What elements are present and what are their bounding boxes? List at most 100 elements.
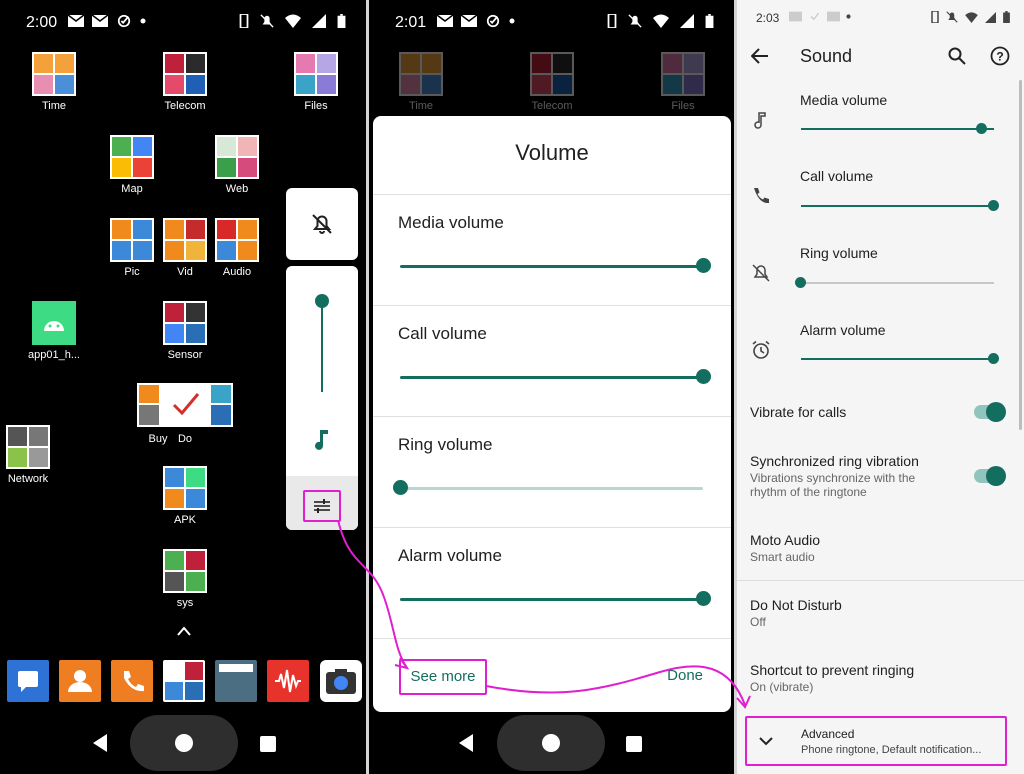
map-icon [110,135,154,179]
telecom-icon [163,52,207,96]
search-icon[interactable] [948,47,966,65]
media-volume-thumb[interactable] [696,258,711,273]
back-arrow-icon[interactable] [751,48,769,64]
call-volume-slider[interactable] [801,205,994,207]
alarm-volume-label: Alarm volume [800,322,886,338]
back-button[interactable] [93,734,107,752]
prevent-ringing-setting[interactable]: Shortcut to prevent ringing On (vibrate) [750,662,1014,694]
media-volume-thumb[interactable] [976,123,987,134]
checkmark-icon [172,393,200,416]
prevent-ringing-summary: On (vibrate) [750,680,814,694]
app-app01[interactable]: app01_h... [14,301,94,361]
alarm-volume-slider[interactable] [801,358,994,360]
call-volume-thumb[interactable] [988,200,999,211]
app-sensor[interactable]: Sensor [145,301,225,361]
sliders-icon [314,499,330,513]
alarm-volume-row: Alarm volume [373,527,731,638]
phone-status-icon [607,14,617,28]
moto-audio-setting[interactable]: Moto Audio Smart audio [750,532,1014,564]
tools-icon[interactable] [163,660,205,702]
app-audio[interactable]: Audio [197,218,277,278]
status-time: 2:01 [395,14,427,31]
app-network[interactable]: Network [0,425,68,485]
app-map[interactable]: Map [92,135,172,195]
scrollbar[interactable] [1019,80,1022,430]
contacts-icon[interactable] [59,660,101,702]
call-volume-row: Call volume [373,305,731,416]
alarm-volume-slider[interactable] [400,598,703,601]
home-screen-panel: 2:00 Time Telecom Files Map Web Pic Vid … [0,0,366,774]
buy-do-folder[interactable] [137,383,233,427]
recents-button[interactable] [626,736,642,752]
sync-vibration-setting[interactable]: Synchronized ring vibration Vibrations s… [750,453,954,499]
svg-text:?: ? [996,50,1003,64]
signal-icon [312,14,326,28]
bell-off-icon [752,264,770,282]
sync-vibration-summary: Vibrations synchronize with the rhythm o… [750,471,916,499]
ring-volume-thumb[interactable] [393,480,408,495]
volume-settings-button[interactable] [303,490,341,522]
ringer-toggle-button[interactable] [286,188,358,260]
camera-icon[interactable] [320,660,362,702]
home-button[interactable] [497,715,605,771]
sync-vibration-title: Synchronized ring vibration [750,453,919,469]
advanced-title: Advanced [801,727,855,741]
media-volume-row: Media volume [373,194,731,305]
see-more-button[interactable]: See more [399,659,487,695]
ring-volume-thumb[interactable] [795,277,806,288]
ring-volume-slider[interactable] [400,487,703,490]
mail-icon [827,11,840,22]
recents-button[interactable] [260,736,276,752]
bell-off-icon [946,11,958,23]
apk-icon [163,466,207,510]
back-button[interactable] [459,734,473,752]
status-time: 2:03 [756,11,780,25]
media-volume-slider[interactable] [400,265,703,268]
alarm-volume-thumb[interactable] [696,591,711,606]
sync-vibration-toggle[interactable] [974,466,1006,486]
app-telecom-dimmed: Telecom [512,52,592,112]
help-icon[interactable]: ? [990,46,1010,66]
music-note-icon [315,430,328,450]
app-telecom[interactable]: Telecom [145,52,225,112]
app-time[interactable]: Time [14,52,94,112]
app-web[interactable]: Web [197,135,277,195]
chevron-up-icon[interactable] [177,626,191,636]
ring-volume-slider[interactable] [801,282,994,284]
messages-icon[interactable] [7,660,49,702]
alarm-volume-thumb[interactable] [988,353,999,364]
mini-volume-track[interactable] [321,300,323,392]
check-icon [810,12,820,21]
dashcam-icon[interactable] [215,660,257,702]
recorder-icon[interactable] [267,660,309,702]
alarm-volume-label: Alarm volume [398,546,502,565]
files-icon [661,52,705,96]
buy-icon [139,385,159,403]
app-sys[interactable]: sys [145,549,225,609]
dot-icon [846,14,851,19]
android-icon [32,301,76,345]
phone-icon[interactable] [111,660,153,702]
vibrate-for-calls-toggle[interactable] [974,402,1006,422]
dnd-setting[interactable]: Do Not Disturb Off [750,597,1014,629]
app-files[interactable]: Files [276,52,356,112]
call-volume-label: Call volume [398,324,487,343]
volume-dialog: Volume Media volume Call volume Ring vol… [373,116,731,712]
media-volume-slider[interactable] [801,128,994,130]
alarm-icon [752,340,770,359]
mini-volume-thumb[interactable] [315,294,329,308]
call-volume-slider[interactable] [400,376,703,379]
status-bar: 2:00 [0,0,366,44]
home-button[interactable] [130,715,238,771]
app-apk[interactable]: APK [145,466,225,526]
gmail-icon [68,14,84,27]
advanced-setting[interactable]: Advanced Phone ringtone, Default notific… [745,716,1007,766]
call-volume-thumb[interactable] [696,369,711,384]
check-icon [486,14,500,28]
moto-audio-summary: Smart audio [750,550,815,564]
volume-dialog-panel: 2:01 Time Telecom Files Volume Media vol… [369,0,734,774]
wifi-icon [653,14,669,28]
page-title: Sound [800,46,853,66]
signal-icon [680,14,694,28]
done-button[interactable]: Done [667,667,703,684]
